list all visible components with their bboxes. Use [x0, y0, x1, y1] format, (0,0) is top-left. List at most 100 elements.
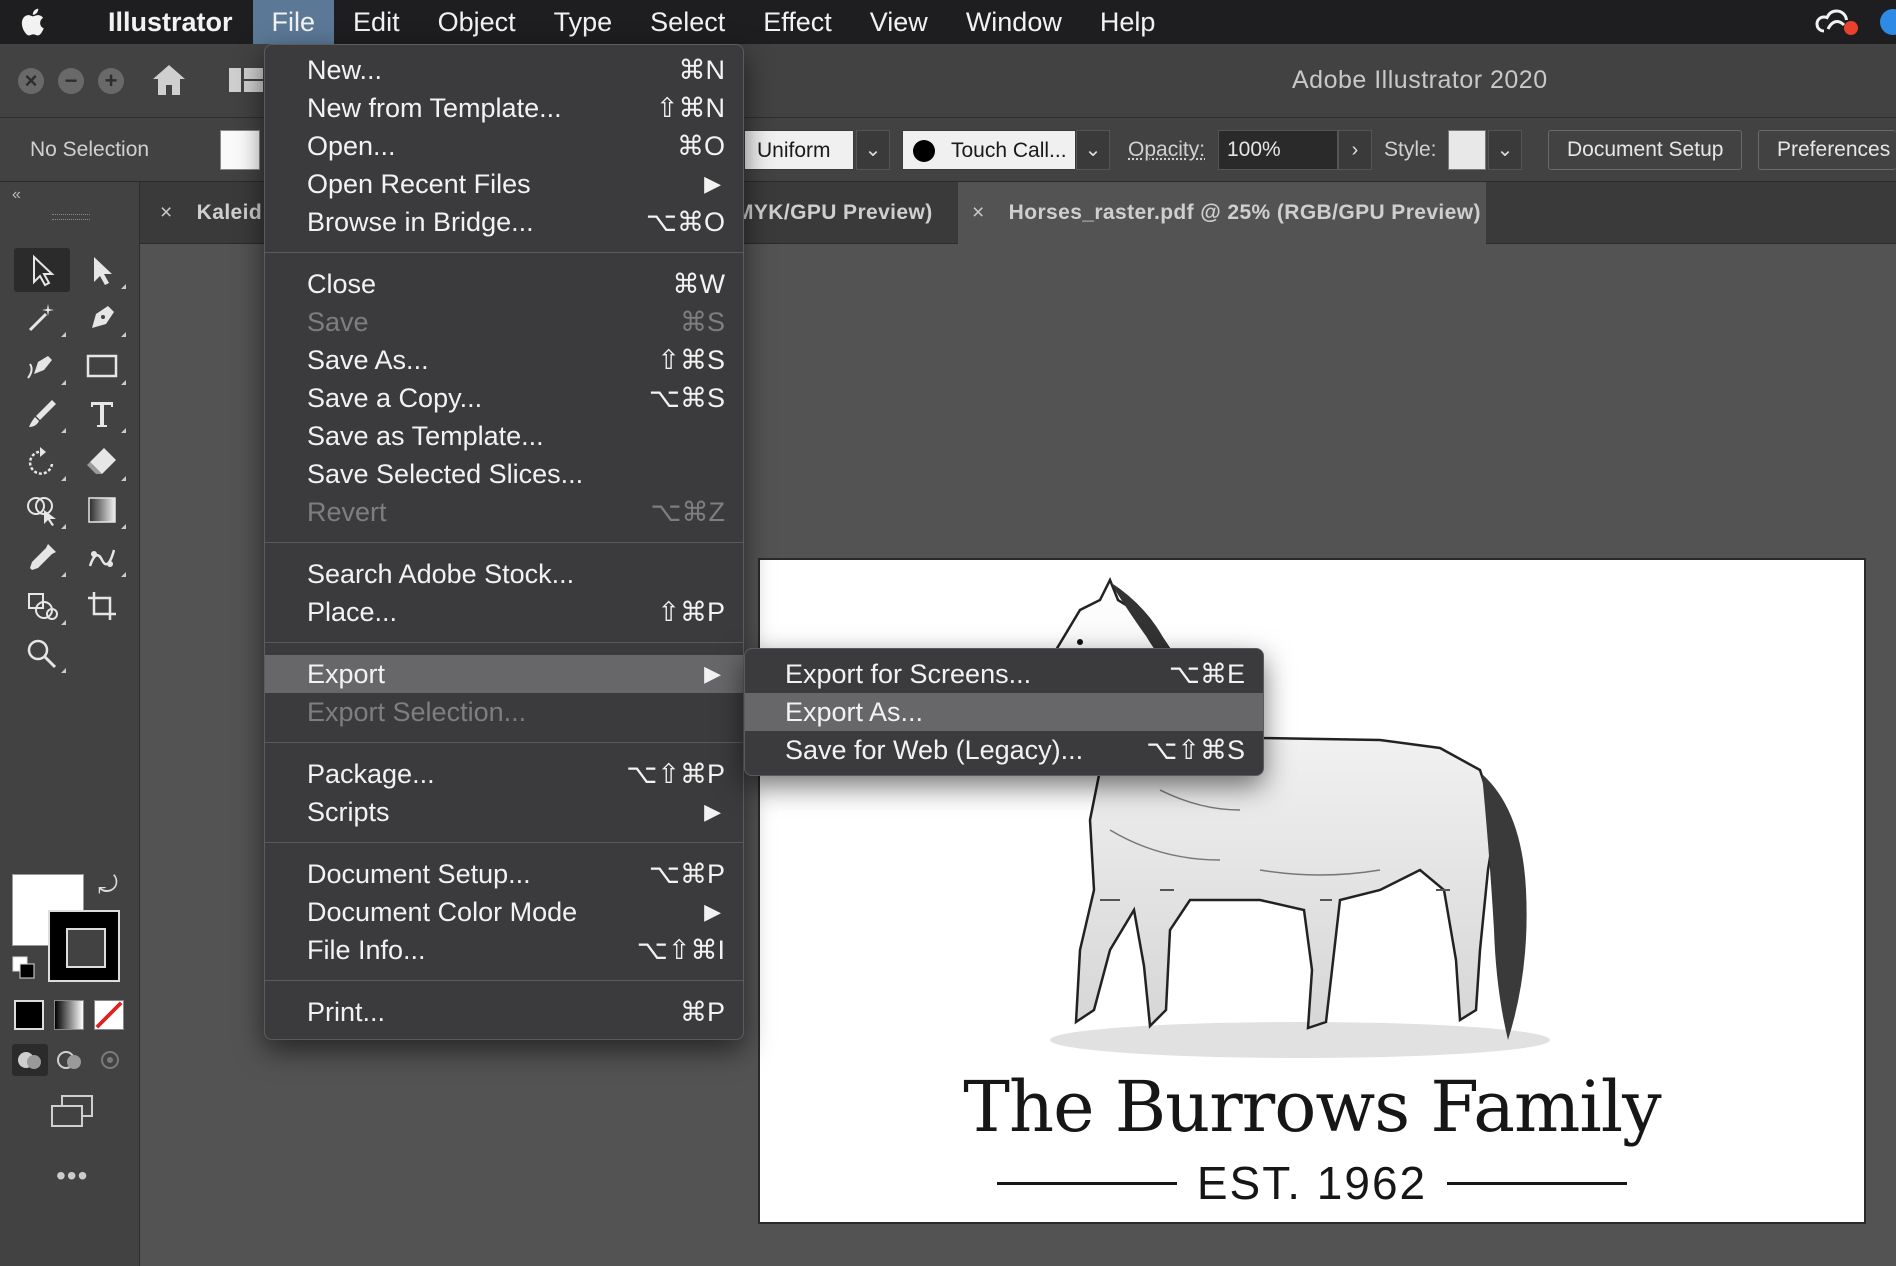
eyedropper-tool[interactable] — [14, 536, 70, 580]
menu-object[interactable]: Object — [419, 0, 535, 44]
paintbrush-tool[interactable] — [14, 392, 70, 436]
menu-item-export-as[interactable]: Export As... — [745, 693, 1263, 731]
menu-window[interactable]: Window — [947, 0, 1081, 44]
pen-tool[interactable] — [74, 296, 130, 340]
gradient-mode-button[interactable] — [54, 1000, 84, 1030]
paintbrush-icon — [29, 400, 56, 427]
gradient-tool[interactable] — [74, 488, 130, 532]
menu-item-save-as-template[interactable]: Save as Template... — [265, 417, 743, 455]
menu-item-document-color-mode[interactable]: Document Color Mode ▶ — [265, 893, 743, 931]
rotate-tool[interactable] — [14, 440, 70, 484]
fill-color-swatch[interactable] — [220, 130, 260, 170]
tab-horses-raster[interactable]: × Horses_raster.pdf @ 25% (RGB/GPU Previe… — [958, 182, 1486, 244]
pen-icon — [92, 306, 114, 328]
color-mode-button[interactable] — [14, 1000, 44, 1030]
menu-item-export-for-screens[interactable]: Export for Screens... ⌥⌘E — [745, 655, 1263, 693]
menu-item-label: Open... — [307, 131, 396, 161]
chevron-right-icon[interactable]: › — [1338, 130, 1372, 170]
stroke-profile-dropdown[interactable]: Uniform — [744, 130, 854, 170]
menu-item-new[interactable]: New... ⌘N — [265, 51, 743, 89]
submenu-arrow-icon: ▶ — [704, 899, 721, 924]
preferences-button[interactable]: Preferences — [1758, 130, 1896, 170]
shortcut-label: ⌥⇧⌘I — [636, 935, 725, 965]
eraser-tool[interactable] — [74, 440, 130, 484]
direct-selection-tool[interactable] — [74, 248, 130, 292]
menu-item-label: Export — [307, 659, 386, 689]
zoom-window-icon[interactable]: + — [98, 68, 124, 94]
menu-item-browse-in-bridge[interactable]: Browse in Bridge... ⌥⌘O — [265, 203, 743, 241]
draw-behind-button[interactable] — [52, 1044, 88, 1076]
creative-cloud-icon[interactable] — [1814, 7, 1858, 37]
file-menu: New... ⌘N New from Template... ⇧⌘N Open...… — [264, 44, 744, 1040]
brush-dropdown[interactable]: Touch Call... — [902, 130, 1076, 170]
menu-item-scripts[interactable]: Scripts ▶ — [265, 793, 743, 831]
chevron-down-icon[interactable]: ⌄ — [1488, 130, 1522, 170]
collapse-panel-icon[interactable]: « — [12, 186, 21, 204]
menu-item-label: Document Color Mode — [307, 897, 578, 927]
shortcut-label: ⌘N — [678, 55, 726, 85]
none-slash-icon — [95, 1001, 123, 1029]
close-window-icon[interactable]: × — [18, 68, 44, 94]
menu-type[interactable]: Type — [535, 0, 632, 44]
symbol-sprayer-tool[interactable] — [14, 584, 70, 628]
chevron-down-icon[interactable]: ⌄ — [856, 130, 890, 170]
minimize-window-icon[interactable]: − — [58, 68, 84, 94]
menu-item-place[interactable]: Place... ⇧⌘P — [265, 593, 743, 631]
home-icon[interactable] — [150, 62, 188, 98]
menu-help[interactable]: Help — [1081, 0, 1175, 44]
close-tab-icon[interactable]: × — [160, 201, 173, 224]
app-menu-illustrator[interactable]: Illustrator — [64, 7, 253, 38]
selection-status: No Selection — [30, 138, 150, 161]
menu-item-document-setup[interactable]: Document Setup... ⌥⌘P — [265, 855, 743, 893]
menu-item-print[interactable]: Print... ⌘P — [265, 993, 743, 1031]
default-fill-stroke-icon[interactable] — [12, 956, 36, 980]
swap-fill-stroke-icon[interactable]: ⤾ — [98, 872, 118, 900]
menu-edit[interactable]: Edit — [334, 0, 419, 44]
menu-item-label: Export Selection... — [307, 697, 527, 727]
shape-builder-tool[interactable] — [14, 488, 70, 532]
selection-arrow-icon — [33, 254, 55, 287]
magic-wand-tool[interactable] — [14, 296, 70, 340]
menu-item-save-as[interactable]: Save As... ⇧⌘S — [265, 341, 743, 379]
menu-item-open[interactable]: Open... ⌘O — [265, 127, 743, 165]
draw-inside-button[interactable] — [92, 1044, 128, 1076]
menu-item-save-selected-slices[interactable]: Save Selected Slices... — [265, 455, 743, 493]
menu-file[interactable]: File — [252, 0, 335, 44]
opacity-input[interactable]: 100% — [1218, 130, 1338, 170]
menu-item-package[interactable]: Package... ⌥⇧⌘P — [265, 755, 743, 793]
menu-item-save-for-web-legacy[interactable]: Save for Web (Legacy)... ⌥⇧⌘S — [745, 731, 1263, 769]
menu-item-label: Revert — [307, 497, 387, 527]
menu-effect[interactable]: Effect — [744, 0, 851, 44]
menu-item-close[interactable]: Close ⌘W — [265, 265, 743, 303]
workspace-layout-icon[interactable] — [228, 66, 264, 94]
menu-view[interactable]: View — [851, 0, 947, 44]
document-setup-button[interactable]: Document Setup — [1548, 130, 1743, 170]
close-tab-icon[interactable]: × — [972, 201, 985, 224]
menu-item-new-from-template[interactable]: New from Template... ⇧⌘N — [265, 89, 743, 127]
chevron-down-icon[interactable]: ⌄ — [1076, 130, 1110, 170]
edit-toolbar-icon[interactable]: ••• — [56, 1160, 88, 1192]
screen-mode-icon[interactable] — [50, 1094, 94, 1128]
selection-tool[interactable] — [14, 248, 70, 292]
shape-builder-icon — [27, 497, 56, 526]
menu-select[interactable]: Select — [631, 0, 744, 44]
apple-icon[interactable] — [0, 0, 64, 44]
menu-item-save-a-copy[interactable]: Save a Copy... ⌥⌘S — [265, 379, 743, 417]
none-mode-button[interactable] — [94, 1000, 124, 1030]
draw-normal-button[interactable] — [12, 1044, 48, 1076]
menu-item-file-info[interactable]: File Info... ⌥⇧⌘I — [265, 931, 743, 969]
zoom-tool[interactable] — [14, 632, 70, 676]
rectangle-tool[interactable] — [74, 344, 130, 388]
graphic-style-swatch[interactable] — [1448, 130, 1486, 170]
menu-item-search-adobe-stock[interactable]: Search Adobe Stock... — [265, 555, 743, 593]
curvature-tool[interactable] — [14, 344, 70, 388]
menu-item-export[interactable]: Export ▶ — [265, 655, 743, 693]
blend-tool[interactable] — [74, 536, 130, 580]
menu-item-open-recent-files[interactable]: Open Recent Files ▶ — [265, 165, 743, 203]
control-center-icon[interactable] — [1880, 9, 1896, 35]
artboard-tool[interactable] — [74, 584, 130, 628]
type-tool[interactable] — [74, 392, 130, 436]
panel-grip[interactable] — [52, 214, 90, 220]
stroke-color-box[interactable] — [48, 910, 120, 982]
opacity-label[interactable]: Opacity: — [1128, 138, 1205, 162]
